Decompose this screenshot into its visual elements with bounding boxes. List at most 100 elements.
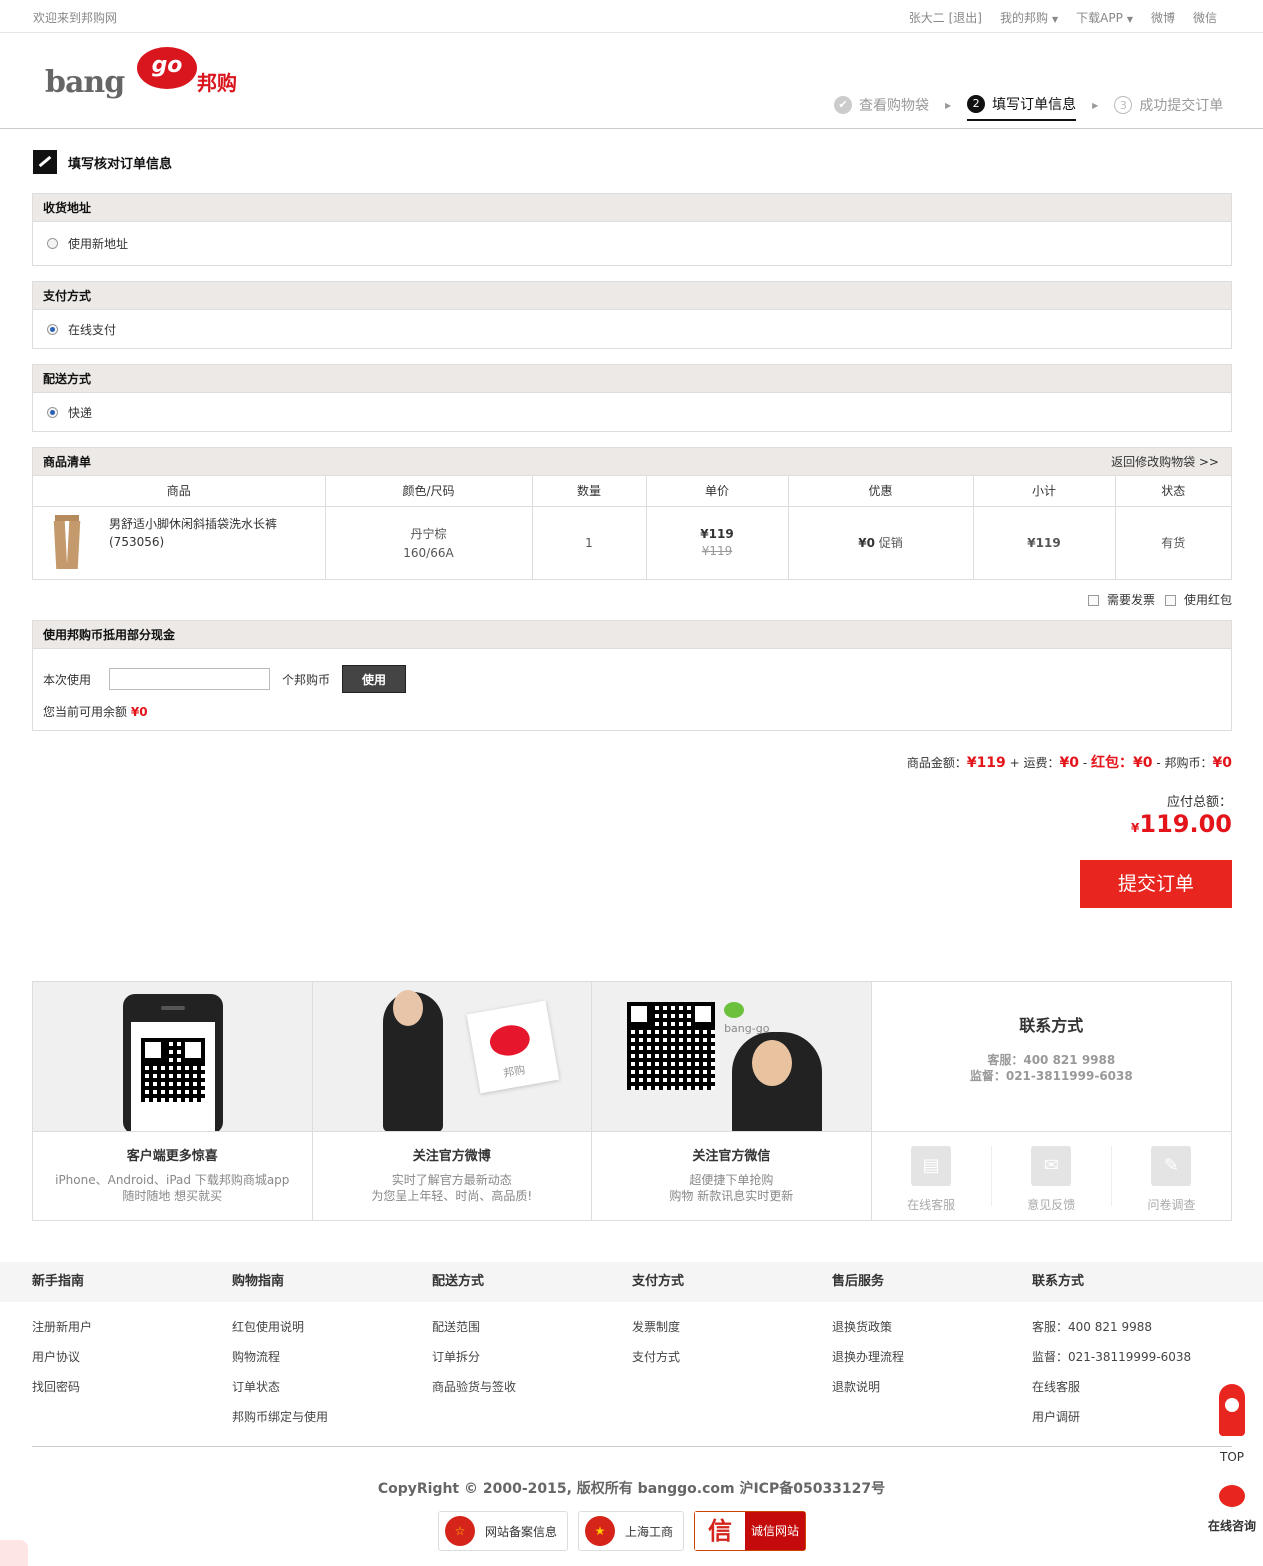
consult-label: 在线咨询 bbox=[1207, 1519, 1256, 1533]
column-header: 数量 bbox=[532, 476, 647, 507]
footer-link[interactable]: 订单状态 bbox=[232, 1380, 328, 1395]
promo-desc: 超便捷下单抢购 bbox=[689, 1173, 774, 1187]
footer-link[interactable]: 发票制度 bbox=[632, 1320, 684, 1335]
price-cell: ¥119 ¥119 bbox=[646, 506, 789, 579]
phone-qr-image bbox=[33, 982, 312, 1132]
redpacket-label: 使用红包 bbox=[1183, 593, 1232, 607]
badge-label: 网站备案信息 bbox=[485, 1524, 558, 1539]
footer-column: 购物指南 红包使用说明 购物流程 订单状态 邦购币绑定与使用 bbox=[232, 1262, 328, 1425]
footer-link[interactable]: 监督：021-38119999-6038 bbox=[1032, 1350, 1191, 1365]
online-payment-radio[interactable] bbox=[47, 323, 58, 335]
footer-link[interactable]: 商品验货与签收 bbox=[432, 1380, 516, 1395]
step-label: 成功提交订单 bbox=[1139, 98, 1224, 114]
online-consult-button[interactable]: 在线咨询 bbox=[1204, 1485, 1260, 1534]
shanghai-business-badge[interactable]: ★ 上海工商 bbox=[578, 1511, 685, 1551]
banggo-logo[interactable]: bang go 邦购 bbox=[45, 47, 245, 109]
coins-header: 使用邦购币抵用部分现金 bbox=[33, 621, 1231, 649]
promo-desc: 为您呈上年轻、时尚、高品质! bbox=[371, 1189, 533, 1203]
freight-amount: ¥0 bbox=[1059, 755, 1080, 771]
footer-link[interactable]: 客服：400 821 9988 bbox=[1032, 1320, 1191, 1335]
footer-link[interactable]: 用户调研 bbox=[1032, 1410, 1191, 1425]
download-app-menu[interactable]: 下载APP ▼ bbox=[1076, 9, 1133, 26]
edit-icon: ✎ bbox=[1151, 1146, 1192, 1186]
page-title-text: 填写核对订单信息 bbox=[68, 156, 173, 172]
logo-bang-text: bang bbox=[45, 65, 125, 100]
weibo-link[interactable]: 微博 bbox=[1151, 9, 1175, 26]
promo-desc: 随时随地 想买就买 bbox=[122, 1189, 223, 1203]
stock-status: 有货 bbox=[1161, 536, 1186, 550]
feedback-button[interactable]: ✉ 意见反馈 bbox=[992, 1146, 1112, 1212]
product-name-link[interactable]: 男舒适小脚休闲斜插袋洗水长裤 (753056) bbox=[109, 515, 309, 551]
footer-link[interactable]: 购物流程 bbox=[232, 1350, 328, 1365]
icon-label: 在线客服 bbox=[907, 1198, 956, 1212]
wechat-image: bang-go bbox=[592, 982, 871, 1132]
product-size: 160/66A bbox=[403, 546, 454, 560]
emblem-icon: ★ bbox=[585, 1516, 616, 1546]
footer-column-title: 新手指南 bbox=[32, 1274, 85, 1289]
survey-button[interactable]: ✎ 问卷调查 bbox=[1112, 1146, 1231, 1212]
app-promo[interactable]: 客户端更多惊喜 iPhone、Android、iPad 下载邦购商城app 随时随… bbox=[33, 982, 313, 1220]
redpacket-option[interactable]: 使用红包 bbox=[1164, 591, 1232, 608]
my-banggo-menu[interactable]: 我的邦购 ▼ bbox=[1000, 9, 1058, 26]
online-payment-option[interactable]: 在线支付 bbox=[33, 310, 1231, 348]
footer-link[interactable]: 用户协议 bbox=[32, 1350, 92, 1365]
new-address-label: 使用新地址 bbox=[68, 237, 129, 251]
copyright-text: CopyRight © 2000-2015, 版权所有 banggo.com 沪… bbox=[377, 1481, 886, 1497]
invoice-option[interactable]: 需要发票 bbox=[1087, 591, 1155, 608]
rocket-icon bbox=[1219, 1384, 1245, 1436]
footer-column-title: 售后服务 bbox=[832, 1274, 885, 1289]
minus-sign: - bbox=[1156, 756, 1161, 770]
new-address-radio[interactable] bbox=[47, 238, 58, 249]
corner-mascot-icon[interactable] bbox=[0, 1540, 28, 1566]
weibo-promo[interactable]: 邦购 关注官方微博 实时了解官方最新动态 为您呈上年轻、时尚、高品质! bbox=[312, 982, 593, 1220]
discount-amount: ¥0 bbox=[858, 536, 875, 550]
icp-record-badge[interactable]: ☆ 网站备案信息 bbox=[438, 1511, 569, 1551]
product-thumbnail[interactable] bbox=[53, 514, 81, 569]
unit-price: ¥119 bbox=[700, 527, 734, 541]
back-to-cart-link[interactable]: 返回修改购物袋 >> bbox=[1111, 448, 1219, 476]
footer-link[interactable]: 支付方式 bbox=[632, 1350, 684, 1365]
footer-link[interactable]: 订单拆分 bbox=[432, 1350, 516, 1365]
redpacket-checkbox[interactable] bbox=[1164, 595, 1176, 606]
online-payment-label: 在线支付 bbox=[68, 322, 117, 337]
footer-link[interactable]: 在线客服 bbox=[1032, 1380, 1191, 1395]
badge-label: 诚信网站 bbox=[745, 1512, 806, 1550]
column-header: 商品 bbox=[33, 476, 326, 507]
use-coins-button[interactable]: 使用 bbox=[342, 665, 407, 693]
express-option[interactable]: 快递 bbox=[33, 393, 1231, 431]
footer-link[interactable]: 配送范围 bbox=[432, 1320, 516, 1335]
header: bang go 邦购 ✔ 查看购物袋 ▶ 2 填写订单信息 ▶ 3 成功提交订单 bbox=[0, 33, 1263, 129]
redpacket-label: 红包： bbox=[1091, 755, 1134, 771]
product-qty: 1 bbox=[532, 506, 647, 579]
footer-link[interactable]: 退换办理流程 bbox=[832, 1350, 904, 1365]
express-radio[interactable] bbox=[47, 406, 58, 418]
weibo-icon bbox=[487, 1022, 532, 1059]
submit-order-button[interactable]: 提交订单 bbox=[1080, 860, 1232, 908]
coins-input[interactable] bbox=[109, 668, 271, 690]
footer-divider bbox=[32, 1446, 1232, 1447]
shipping-section: 配送方式 快递 bbox=[32, 364, 1232, 432]
new-address-option[interactable]: 使用新地址 bbox=[33, 222, 1231, 265]
footer-column: 联系方式 客服：400 821 9988 监督：021-38119999-603… bbox=[1032, 1262, 1191, 1425]
user-logout-link[interactable]: 张大二 [退出] bbox=[909, 9, 982, 26]
online-service-button[interactable]: ▤ 在线客服 bbox=[872, 1146, 992, 1212]
wechat-promo[interactable]: bang-go 关注官方微信 超便捷下单抢购 购物 新款讯息实时更新 bbox=[592, 982, 872, 1220]
footer-link[interactable]: 邦购币绑定与使用 bbox=[232, 1410, 328, 1425]
step-fill-order: 2 填写订单信息 bbox=[967, 89, 1077, 121]
trusted-site-badge[interactable]: 信诚信网站 bbox=[694, 1511, 807, 1551]
invoice-checkbox[interactable] bbox=[1087, 595, 1099, 606]
checkout-steps: ✔ 查看购物袋 ▶ 2 填写订单信息 ▶ 3 成功提交订单 bbox=[834, 89, 1223, 121]
back-to-top-button[interactable]: TOP bbox=[1212, 1384, 1252, 1464]
footer-link[interactable]: 找回密码 bbox=[32, 1380, 92, 1395]
footer-link[interactable]: 红包使用说明 bbox=[232, 1320, 328, 1335]
weixin-link[interactable]: 微信 bbox=[1193, 9, 1217, 26]
footer-column-title: 支付方式 bbox=[632, 1274, 685, 1289]
footer-link[interactable]: 退款说明 bbox=[832, 1380, 904, 1395]
footer-link[interactable]: 注册新用户 bbox=[32, 1320, 92, 1335]
top-bar: 欢迎来到邦购网 张大二 [退出] 我的邦购 ▼ 下载APP ▼ 微博 微信 bbox=[0, 0, 1263, 33]
footer-link[interactable]: 退换货政策 bbox=[832, 1320, 904, 1335]
qr-code-icon bbox=[141, 1038, 205, 1102]
coins-amount: ¥0 bbox=[1212, 755, 1232, 771]
logo-go-bubble: go bbox=[137, 47, 197, 89]
items-section: 商品清单 返回修改购物袋 >> 商品 颜色/尺码 数量 单价 优惠 小计 状态 … bbox=[32, 447, 1232, 580]
